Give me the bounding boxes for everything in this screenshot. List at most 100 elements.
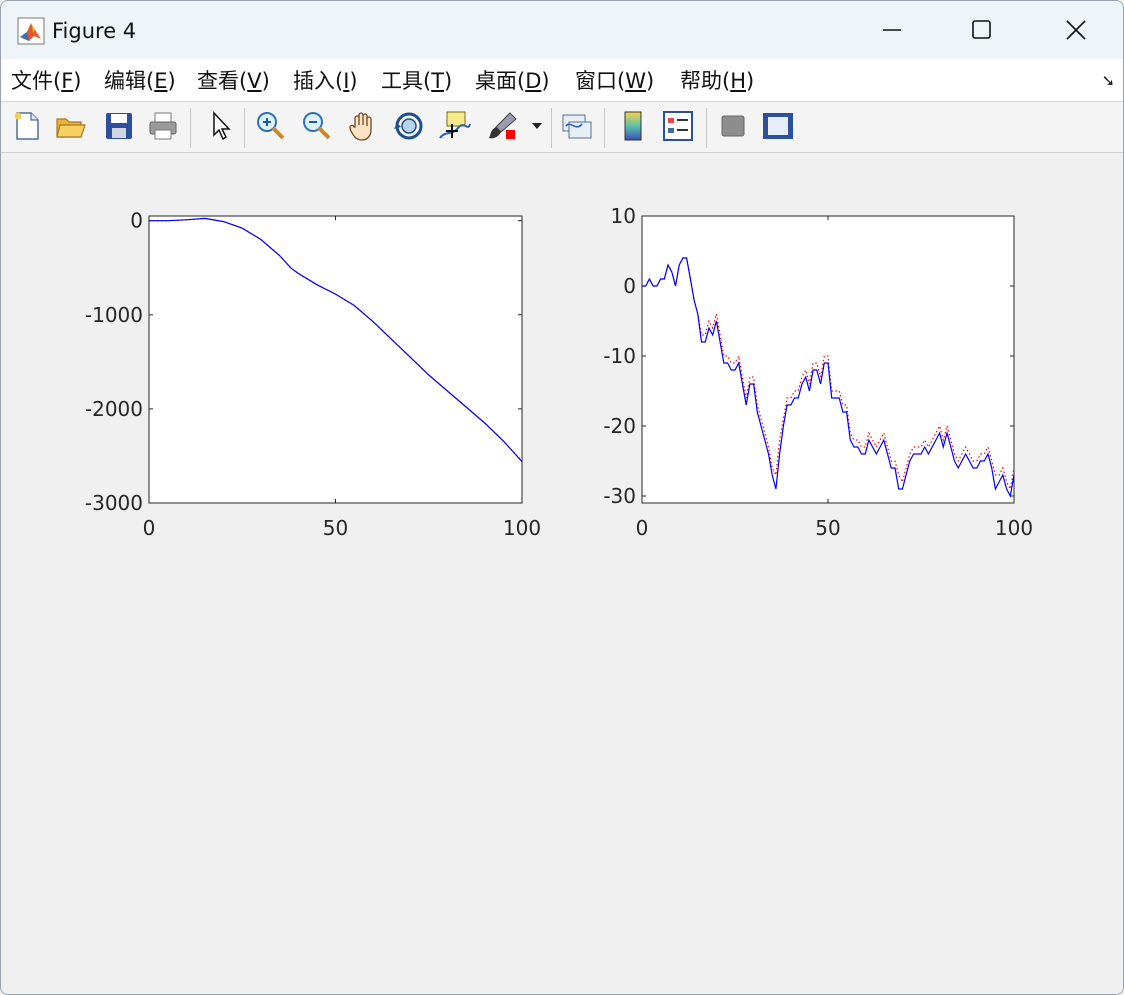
brush-icon	[489, 112, 517, 139]
menu-label: 文件(	[11, 69, 62, 93]
axes-box	[148, 215, 523, 504]
save-button[interactable]	[101, 108, 137, 144]
menu-accelerator: W	[625, 69, 646, 93]
menu-desktop[interactable]: 桌面(D)	[475, 65, 550, 95]
x-tick-label: 0	[636, 516, 649, 540]
x-tick-label: 0	[143, 516, 156, 540]
menu-label-end: )	[645, 69, 655, 93]
toolbar-separator	[190, 108, 191, 148]
colorbar-icon	[624, 111, 642, 141]
toolbar-separator	[244, 108, 245, 148]
menu-label: 窗口(	[575, 69, 626, 93]
y-tick-label: 10	[611, 204, 636, 228]
rotate-3d-button[interactable]	[391, 108, 427, 144]
x-tick-label: 100	[995, 516, 1033, 540]
menu-accelerator: H	[730, 69, 746, 93]
new-figure-button[interactable]	[9, 108, 45, 144]
show-plot-tools-button[interactable]	[760, 108, 796, 144]
minimize-button[interactable]	[847, 1, 937, 59]
zoom-out-icon	[303, 112, 331, 140]
insert-legend-button[interactable]	[660, 108, 696, 144]
y-tick-label: 0	[623, 274, 636, 298]
menu-label-end: )	[444, 69, 453, 93]
brush-dropdown-button[interactable]	[527, 108, 547, 144]
menu-label: 帮助(	[680, 69, 731, 93]
dock-figure-icon[interactable]: ➘	[1102, 71, 1115, 90]
menu-label-end: )	[541, 69, 550, 93]
menu-label-end: )	[746, 69, 755, 93]
y-tick-label: -2000	[85, 397, 143, 421]
menu-label-end: )	[261, 69, 270, 93]
new-figure-icon	[14, 112, 39, 140]
pan-button[interactable]	[345, 108, 381, 144]
save-icon	[106, 113, 132, 139]
zoom-in-button[interactable]	[253, 108, 289, 144]
matlab-logo-icon	[17, 17, 45, 45]
y-tick-label: -20	[603, 414, 636, 438]
x-tick-label: 100	[503, 516, 541, 540]
legend-icon	[663, 111, 693, 141]
menu-view[interactable]: 查看(V)	[197, 65, 270, 95]
plots-area: 0-1000-2000-30000 50 100100-10-20-300 50 100	[85, 204, 1033, 540]
y-tick-label: -3000	[85, 491, 143, 515]
toolbar-separator	[604, 108, 605, 148]
pointer-icon	[213, 111, 231, 141]
toolbar-separator	[551, 108, 552, 148]
menu-edit[interactable]: 编辑(E)	[104, 65, 176, 95]
close-icon	[1066, 20, 1086, 40]
chevron-down-icon	[532, 123, 542, 129]
edit-plot-button[interactable]	[202, 108, 238, 144]
show-plot-tools-icon	[763, 113, 793, 139]
maximize-icon	[972, 20, 991, 39]
menu-label-end: )	[73, 69, 82, 93]
menu-tools[interactable]: 工具(T)	[381, 65, 452, 95]
menu-accelerator: D	[525, 69, 542, 93]
menu-label: 桌面(	[475, 69, 526, 93]
menu-accelerator: E	[154, 69, 168, 93]
menu-insert[interactable]: 插入(I)	[293, 65, 358, 95]
menu-label: 编辑(	[104, 69, 155, 93]
figure-toolbar	[1, 102, 1123, 153]
menu-label-end: )	[349, 69, 358, 93]
menu-file[interactable]: 文件(F)	[11, 65, 82, 95]
print-button[interactable]	[145, 108, 181, 144]
y-tick-label: -10	[603, 344, 636, 368]
menu-label-end: )	[167, 69, 176, 93]
menu-label: 查看(	[197, 69, 248, 93]
maximize-button[interactable]	[937, 1, 1027, 59]
link-plot-button[interactable]	[559, 108, 595, 144]
x-tick-label: 50	[323, 516, 348, 540]
title-bar[interactable]: Figure 4	[1, 1, 1123, 59]
menu-accelerator: T	[431, 69, 445, 93]
figure-canvas: 0 -1000 -2000 -3000 0 50 100 10 0 -10 -20 -30 0 50 100	[1, 153, 1123, 994]
menu-label: 插入(	[293, 69, 344, 93]
menu-window[interactable]: 窗口(W)	[575, 65, 654, 95]
menu-accelerator: V	[247, 69, 262, 93]
menu-accelerator: F	[61, 69, 74, 93]
zoom-out-button[interactable]	[299, 108, 335, 144]
brush-button[interactable]	[485, 108, 521, 144]
rotate-3d-icon	[394, 112, 423, 140]
data-cursor-button[interactable]	[437, 108, 473, 144]
close-button[interactable]	[1031, 1, 1121, 59]
axes-1: 0-1000-2000-30000 50 100	[85, 209, 541, 540]
link-plot-icon	[562, 114, 592, 139]
axes-2: 100-10-20-300 50 100	[603, 204, 1033, 540]
figure-window: Figure 4 文件(F) 编辑(E) 查看(V) 插入(I) 工具(T) 桌…	[0, 0, 1124, 995]
hide-plot-tools-button[interactable]	[715, 108, 751, 144]
pan-icon	[349, 112, 372, 141]
open-file-icon	[56, 118, 86, 138]
print-icon	[149, 112, 177, 140]
minimize-icon	[883, 29, 901, 31]
menu-bar: 文件(F) 编辑(E) 查看(V) 插入(I) 工具(T) 桌面(D) 窗口(W…	[1, 59, 1123, 102]
menu-help[interactable]: 帮助(H)	[680, 65, 754, 95]
hide-plot-tools-icon	[721, 115, 745, 137]
menu-label: 工具(	[381, 69, 432, 93]
data-cursor-icon	[439, 111, 471, 139]
open-file-button[interactable]	[53, 108, 89, 144]
y-tick-label: -30	[603, 484, 636, 508]
toolbar-separator	[706, 108, 707, 148]
x-tick-label: 50	[815, 516, 840, 540]
window-title: Figure 4	[52, 19, 137, 43]
insert-colorbar-button[interactable]	[615, 108, 651, 144]
